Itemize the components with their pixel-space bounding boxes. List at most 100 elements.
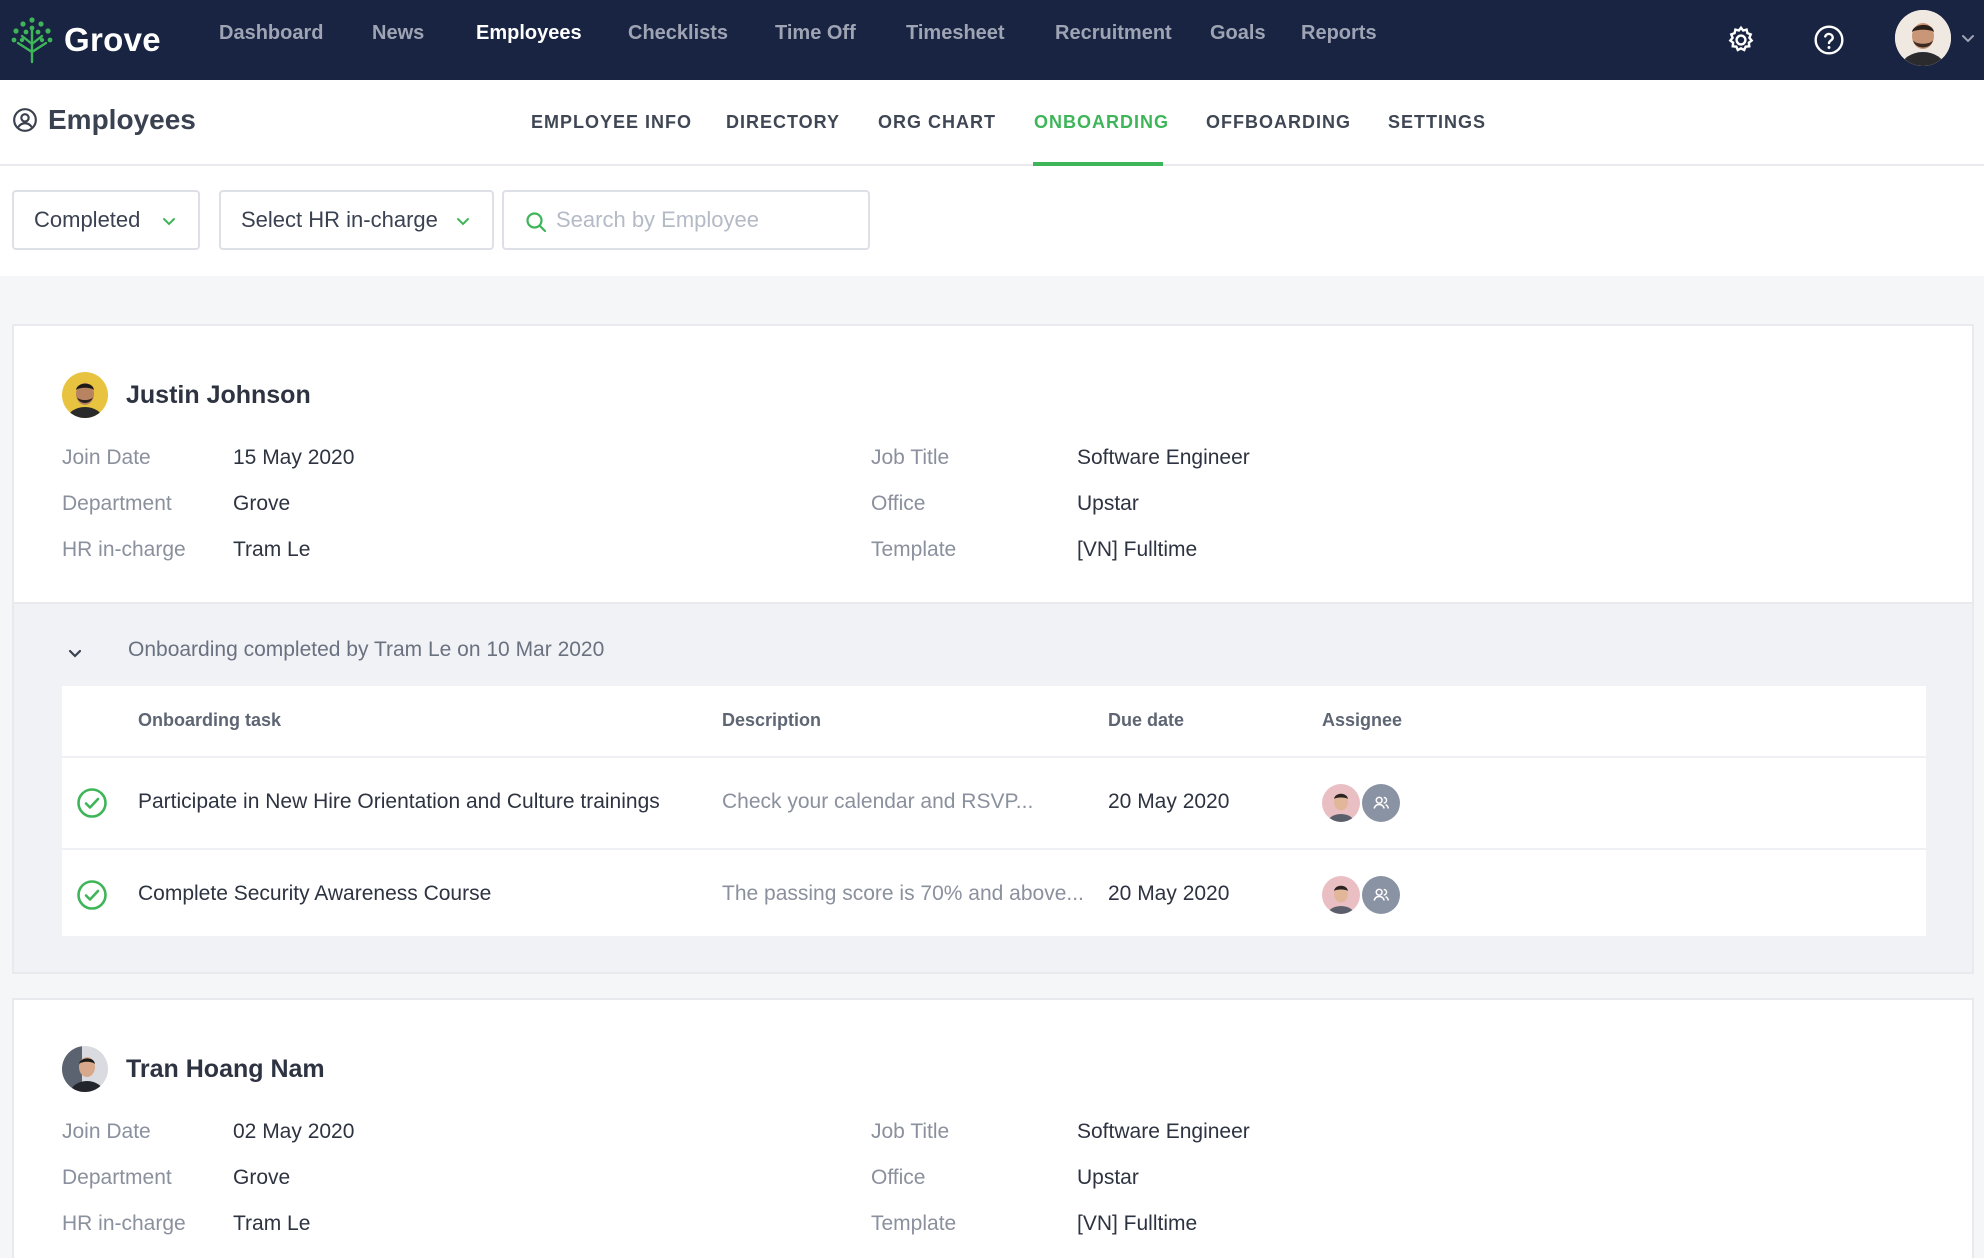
task-description: Check your calendar and RSVP... [722,790,1034,813]
employee-avatar-image [62,1046,108,1092]
office-value: Upstar [1077,492,1139,515]
employee-header: Tran Hoang Nam [62,1046,325,1092]
onboarding-panel: Onboarding completed by Tram Le on 10 Ma… [14,602,1972,972]
department-label: Department [62,1166,172,1189]
task-due-date: 20 May 2020 [1108,882,1230,905]
join-date-label: Join Date [62,446,151,469]
table-row[interactable]: Participate in New Hire Orientation and … [62,758,1926,848]
job-title-label: Job Title [871,1120,950,1143]
hr-filter-select[interactable]: Select HR in-charge [219,190,494,250]
chevron-down-icon [457,218,469,226]
hr-in-charge-value: Tram Le [233,1212,311,1235]
grove-logo[interactable]: Grove [10,12,161,68]
column-header-description: Description [722,710,822,730]
employee-avatar-image [62,372,108,418]
job-title-value: Software Engineer [1077,446,1250,469]
employee-avatar [62,372,108,418]
nav-checklists[interactable]: Checklists [628,22,728,45]
nav-employees[interactable]: Employees [476,22,582,45]
hr-in-charge-label: HR in-charge [62,1212,186,1235]
chevron-down-icon[interactable] [64,642,86,664]
status-filter-select[interactable]: Completed [12,190,200,250]
nav-reports[interactable]: Reports [1301,22,1377,45]
user-circle-icon [13,108,37,132]
employee-name[interactable]: Tran Hoang Nam [126,1055,325,1084]
users-icon [1373,796,1390,809]
hr-in-charge-label: HR in-charge [62,538,186,561]
column-header-due-date: Due date [1108,710,1185,730]
app-name: Grove [64,21,161,58]
assignee-group-avatar[interactable] [1362,784,1400,822]
task-name: Complete Security Awareness Course [138,882,492,905]
gear-icon [1728,25,1754,52]
table-row[interactable]: Complete Security Awareness Course The p… [62,850,1926,940]
tab-directory[interactable]: DIRECTORY [726,112,840,133]
hr-in-charge-value: Tram Le [233,538,311,561]
page-title: Employees [48,104,196,135]
section-header: Employees EMPLOYEE INFO DIRECTORY ORG CH… [0,80,1984,166]
page-title-group: Employees [12,104,196,136]
employee-search-input[interactable] [556,202,856,238]
settings-button[interactable] [1718,17,1764,63]
task-description: The passing score is 70% and above... [722,882,1084,905]
assignee-avatar[interactable] [1322,876,1360,914]
help-circle-icon [1814,25,1844,55]
hr-filter-value: Select HR in-charge [241,207,438,232]
task-due-date: 20 May 2020 [1108,790,1230,813]
tab-offboarding[interactable]: OFFBOARDING [1206,112,1351,133]
tab-org-chart[interactable]: ORG CHART [878,112,996,133]
template-value: [VN] Fulltime [1077,1212,1198,1235]
check-circle-icon [77,788,107,818]
employee-card: Justin Johnson Join Date 15 May 2020 Dep… [12,324,1974,974]
nav-timesheet[interactable]: Timesheet [906,22,1005,45]
employee-search [502,190,870,250]
department-label: Department [62,492,172,515]
onboarding-list: Justin Johnson Join Date 15 May 2020 Dep… [0,276,1984,1258]
template-label: Template [871,538,957,561]
office-label: Office [871,492,926,515]
users-icon [1373,888,1390,901]
assignee-avatar[interactable] [1322,784,1360,822]
tab-onboarding[interactable]: ONBOARDING [1034,112,1169,133]
nav-recruitment[interactable]: Recruitment [1055,22,1172,45]
department-value: Grove [233,492,291,515]
nav-time-off[interactable]: Time Off [775,22,856,45]
job-title-value: Software Engineer [1077,1120,1250,1143]
join-date-value: 02 May 2020 [233,1120,355,1143]
chevron-down-icon [163,218,175,226]
chevron-down-icon[interactable] [1960,30,1976,46]
template-label: Template [871,1212,957,1235]
user-avatar[interactable] [1895,10,1951,66]
employee-card: Tran Hoang Nam Join Date 02 May 2020 Dep… [12,998,1974,1258]
tab-employee-info[interactable]: EMPLOYEE INFO [531,112,692,133]
join-date-label: Join Date [62,1120,151,1143]
help-button[interactable] [1806,17,1852,63]
column-header-assignee: Assignee [1322,710,1403,730]
department-value: Grove [233,1166,291,1189]
join-date-value: 15 May 2020 [233,446,355,469]
tab-settings[interactable]: SETTINGS [1388,112,1486,133]
column-header-task: Onboarding task [138,710,282,730]
office-value: Upstar [1077,1166,1139,1189]
onboarding-task-table: Onboarding task Description Due date Ass… [62,686,1926,936]
search-icon [526,212,547,233]
user-avatar-image [1895,10,1951,66]
top-navbar: Grove Dashboard News Employees Checklist… [0,0,1984,80]
nav-goals[interactable]: Goals [1210,22,1266,45]
employee-header: Justin Johnson [62,372,311,418]
template-value: [VN] Fulltime [1077,538,1198,561]
filter-bar: Completed Select HR in-charge [0,166,1984,276]
grove-tree-icon [11,17,53,64]
office-label: Office [871,1166,926,1189]
assignee-avatar-image [1322,784,1360,822]
nav-news[interactable]: News [372,22,424,45]
assignee-group-avatar[interactable] [1362,876,1400,914]
task-name: Participate in New Hire Orientation and … [138,790,660,813]
employee-avatar [62,1046,108,1092]
job-title-label: Job Title [871,446,950,469]
employee-name[interactable]: Justin Johnson [126,381,311,410]
status-filter-value: Completed [34,207,141,232]
check-circle-icon [77,880,107,910]
nav-dashboard[interactable]: Dashboard [219,22,323,45]
onboarding-summary: Onboarding completed by Tram Le on 10 Ma… [128,638,605,661]
